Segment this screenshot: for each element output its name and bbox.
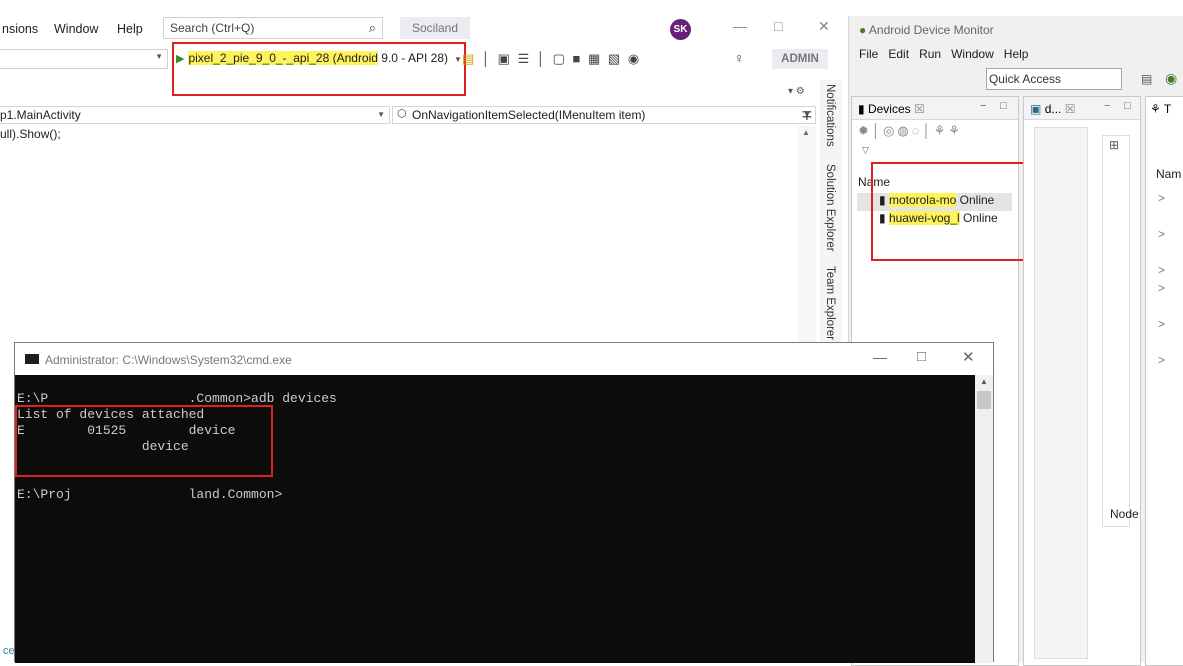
toolbar-icon[interactable]: ▦ [588,51,602,66]
maximize-icon[interactable]: □ [774,18,782,34]
debug-icon[interactable]: ✹ [858,123,872,138]
annotation-highlight-box [871,162,1036,261]
tree-chevrons[interactable]: > > > > > > [1158,189,1165,369]
toolbar-icon[interactable]: ▢ [553,51,567,66]
tab-solution-explorer[interactable]: Solution Explorer [824,164,836,252]
menu-extensions[interactable]: nsions [2,22,38,36]
editor-scrollbar[interactable]: ▲ [798,126,816,346]
panel-pane [1034,127,1088,659]
panel-icon: ▣ [1030,102,1042,116]
maximize-icon[interactable]: □ [1000,100,1007,112]
scroll-up-icon[interactable]: ▲ [980,377,988,386]
annotation-highlight-box [172,42,466,96]
close-icon[interactable]: ✕ [962,348,975,366]
status-fragment: ce [3,645,15,657]
tab-team-explorer[interactable]: Team Explorer [824,266,836,340]
search-placeholder: Search (Ctrl+Q) [170,21,255,35]
minimize-icon[interactable]: — [873,349,887,365]
admin-badge: ADMIN [772,49,828,69]
adm-menu-file[interactable]: File [859,47,878,61]
stop-icon[interactable]: ⚘ [934,123,949,138]
scroll-up-icon[interactable]: ▲ [802,128,810,137]
close-icon[interactable]: ☒ [914,102,925,116]
chevron-down-icon: ▼ [155,52,163,61]
type-navigation-label: p1.MainActivity [0,108,81,122]
search-icon: ⌕ [368,20,376,35]
tab-second[interactable]: ▣ d... ☒ [1030,102,1075,116]
open-perspective-icon[interactable]: ▤ [1141,72,1152,86]
heap-icon[interactable]: ◎ [883,123,897,138]
tab-notifications[interactable]: Notifications [824,84,836,147]
cmd-icon [25,354,39,364]
tab-third[interactable]: ⚘ T [1150,102,1171,116]
cmd-title: Administrator: C:\Windows\System32\cmd.e… [45,353,292,367]
scroll-thumb[interactable] [977,391,991,409]
toolbar-icons[interactable]: ▤ │ ▣ ☰ │ ▢ ■ ▦ ▧ ◉ [462,51,641,67]
android-icon: ● [859,23,867,37]
adm-menu-run[interactable]: Run [919,47,941,61]
menu-help[interactable]: Help [117,22,143,36]
console-line: E:\Proj land.Common> [17,487,283,502]
chevron-down-icon: ▼ [377,110,385,119]
maximize-icon[interactable]: □ [917,348,926,365]
toolbar-icon[interactable]: ▣ [498,51,512,66]
adm-menu-edit[interactable]: Edit [888,47,909,61]
adm-title: Android Device Monitor [868,23,994,37]
cmd-scrollbar[interactable]: ▲ [975,375,993,663]
cmd-window: Administrator: C:\Windows\System32\cmd.e… [14,342,994,663]
second-tab-header: ▣ d... ☒ − □ [1024,97,1140,120]
toolbar-icon[interactable]: ■ [573,51,583,66]
phone-icon: ▮ [858,102,865,116]
second-panel: ▣ d... ☒ − □ ⊞ Node [1023,96,1141,666]
split-icon[interactable]: ∓ [801,107,813,124]
maximize-icon[interactable]: □ [1124,100,1131,112]
method-icon: ⬡ [397,108,407,120]
devices-tab-header: ▮ Devices ☒ − □ [852,97,1018,120]
configuration-combo[interactable]: ▼ [0,49,168,69]
adm-title-bar: ● Android Device Monitor [859,23,994,37]
solution-name-badge: Sociland [400,17,470,39]
search-input[interactable]: Search (Ctrl+Q) ⌕ [163,17,383,39]
third-panel: ⚘ T Nam > > > > > > [1145,96,1183,666]
name-column-header-right: Nam [1156,167,1182,181]
side-tab-strip: Notifications Solution Explorer Team Exp… [820,80,842,350]
toolbar-icon[interactable]: ◉ [628,51,641,66]
close-icon[interactable]: ☒ [1065,102,1076,116]
tab-devices-label: Devices [867,102,911,116]
tab-devices[interactable]: ▮ Devices ☒ [858,102,925,116]
member-navigation-label: OnNavigationItemSelected(IMenuItem item) [412,108,646,122]
expand-icon[interactable]: ⊞ [1109,138,1119,152]
adm-menu-window[interactable]: Window [951,47,994,61]
adm-menubar: File Edit Run Window Help [859,47,1028,61]
minimize-icon[interactable]: − [980,100,986,112]
threads-icon: ⚘ [1150,102,1161,116]
panel-options-icon[interactable]: ▾ ⚙ [788,86,805,97]
node-column-header: Node [1110,507,1139,521]
code-line[interactable]: ull).Show(); [0,127,61,141]
capture-icon[interactable]: ⚘ [948,123,963,138]
toolbar-icon[interactable]: ▧ [608,51,622,66]
adm-menu-help[interactable]: Help [1004,47,1029,61]
toolbar-icon[interactable]: ☰ [518,51,532,66]
tab-third-label: T [1163,102,1172,116]
tab-second-label: d... [1044,102,1062,116]
menu-window[interactable]: Window [54,22,98,36]
panel-pane-right: ⊞ [1102,135,1130,527]
gc-icon[interactable]: ◌ [912,123,923,138]
minimize-icon[interactable]: — [733,18,747,34]
ddms-perspective-icon[interactable]: ◉ [1165,70,1177,87]
live-share-icon[interactable]: ♀ [734,50,745,66]
toolbar-icon[interactable]: ▤ [462,51,476,66]
devices-toolbar[interactable]: ✹│◎◍◌│⚘⚘ [858,123,963,139]
minimize-icon[interactable]: − [1104,100,1110,112]
view-menu-icon[interactable]: ▽ [862,145,869,156]
annotation-highlight-box [15,405,273,477]
threads-icon[interactable]: ◍ [897,123,911,138]
avatar[interactable]: SK [670,19,691,40]
console-line: E:\P .Common>adb devices [17,391,337,406]
close-icon[interactable]: ✕ [818,18,830,35]
quick-access-input[interactable]: Quick Access [986,68,1122,90]
